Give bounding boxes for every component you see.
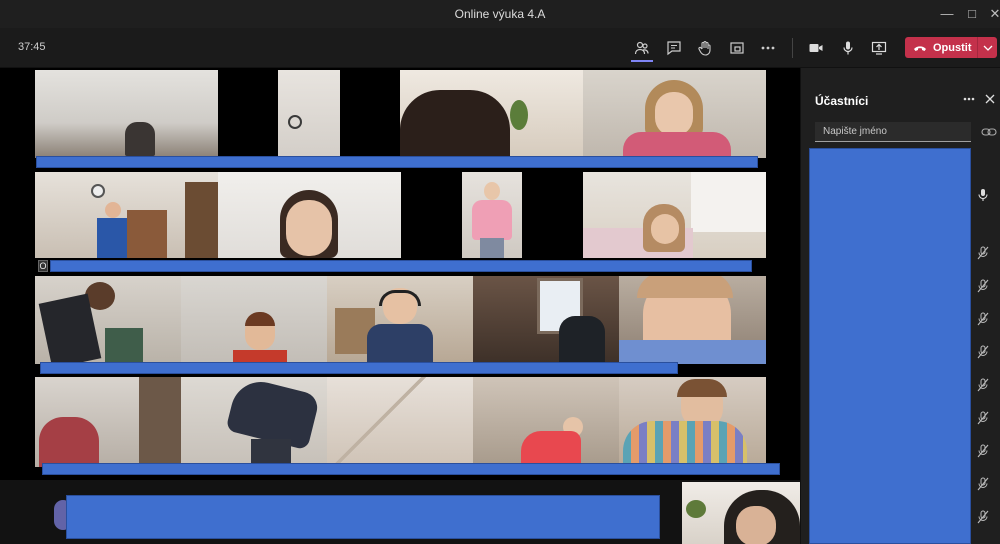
mic-muted-icon [977,444,991,458]
more-icon[interactable] [962,92,976,106]
video-tile[interactable] [35,377,181,467]
video-tile[interactable] [278,70,340,158]
close-icon[interactable]: ✕ [984,4,1000,24]
raise-hand-icon[interactable] [694,37,716,59]
active-tab-indicator [631,60,653,62]
mic-muted-icon [977,345,991,359]
share-tray-icon[interactable] [726,37,748,59]
video-tile[interactable] [473,276,619,364]
participant-list-redacted [809,148,971,544]
participant-name-redacted [50,260,752,272]
participants-panel: Účastníci [800,68,1000,544]
toolbar-divider [792,38,793,58]
video-tile[interactable] [35,70,218,158]
camera-icon[interactable] [805,37,827,59]
mic-muted-icon [977,378,991,392]
people-icon[interactable] [631,37,653,59]
mic-muted-icon [977,312,991,326]
video-tile[interactable] [583,172,766,258]
minimize-icon[interactable]: — [936,4,958,24]
chevron-down-icon[interactable] [977,37,997,58]
close-icon[interactable] [983,92,997,106]
video-tile[interactable] [327,377,473,467]
participant-name-redacted [66,495,660,539]
video-tile[interactable] [619,377,766,467]
video-tile[interactable] [619,276,766,364]
video-tile[interactable] [218,172,401,258]
video-tile[interactable] [35,276,181,364]
participant-search-input[interactable] [815,122,971,142]
self-view-tile[interactable] [682,482,800,544]
window-titlebar: Online výuka 4.A — □ ✕ [0,0,1000,28]
mic-icon[interactable] [837,37,859,59]
mic-muted-icon [977,510,991,524]
window-title: Online výuka 4.A [454,7,546,21]
panel-title: Účastníci [815,94,869,108]
leave-button-label: Opustit [933,41,972,54]
chat-icon[interactable] [663,37,685,59]
phone-hangup-icon [914,45,926,51]
video-tile[interactable] [462,172,522,258]
tile-label: O [38,260,48,272]
video-tile[interactable] [181,377,327,467]
share-screen-icon[interactable] [868,37,890,59]
mic-on-icon [977,188,991,202]
video-tile[interactable] [35,172,218,258]
video-tile[interactable] [327,276,473,364]
meeting-timer: 37:45 [18,41,46,53]
participant-name-redacted [40,362,678,374]
more-icon[interactable] [757,37,779,59]
participant-name-redacted [36,156,758,168]
video-tile[interactable] [400,70,583,158]
leave-button[interactable]: Opustit [905,37,997,58]
video-tile[interactable] [473,377,619,467]
video-stage: O [0,68,800,544]
maximize-icon[interactable]: □ [961,4,983,24]
video-tile[interactable] [181,276,327,364]
mic-muted-icon [977,477,991,491]
share-invite-icon[interactable] [981,125,997,139]
mic-muted-icon [977,279,991,293]
mic-muted-icon [977,246,991,260]
meeting-toolbar: 37:45 Opustit [0,28,1000,68]
participant-name-redacted [42,463,780,475]
mic-muted-icon [977,411,991,425]
video-tile[interactable] [583,70,766,158]
